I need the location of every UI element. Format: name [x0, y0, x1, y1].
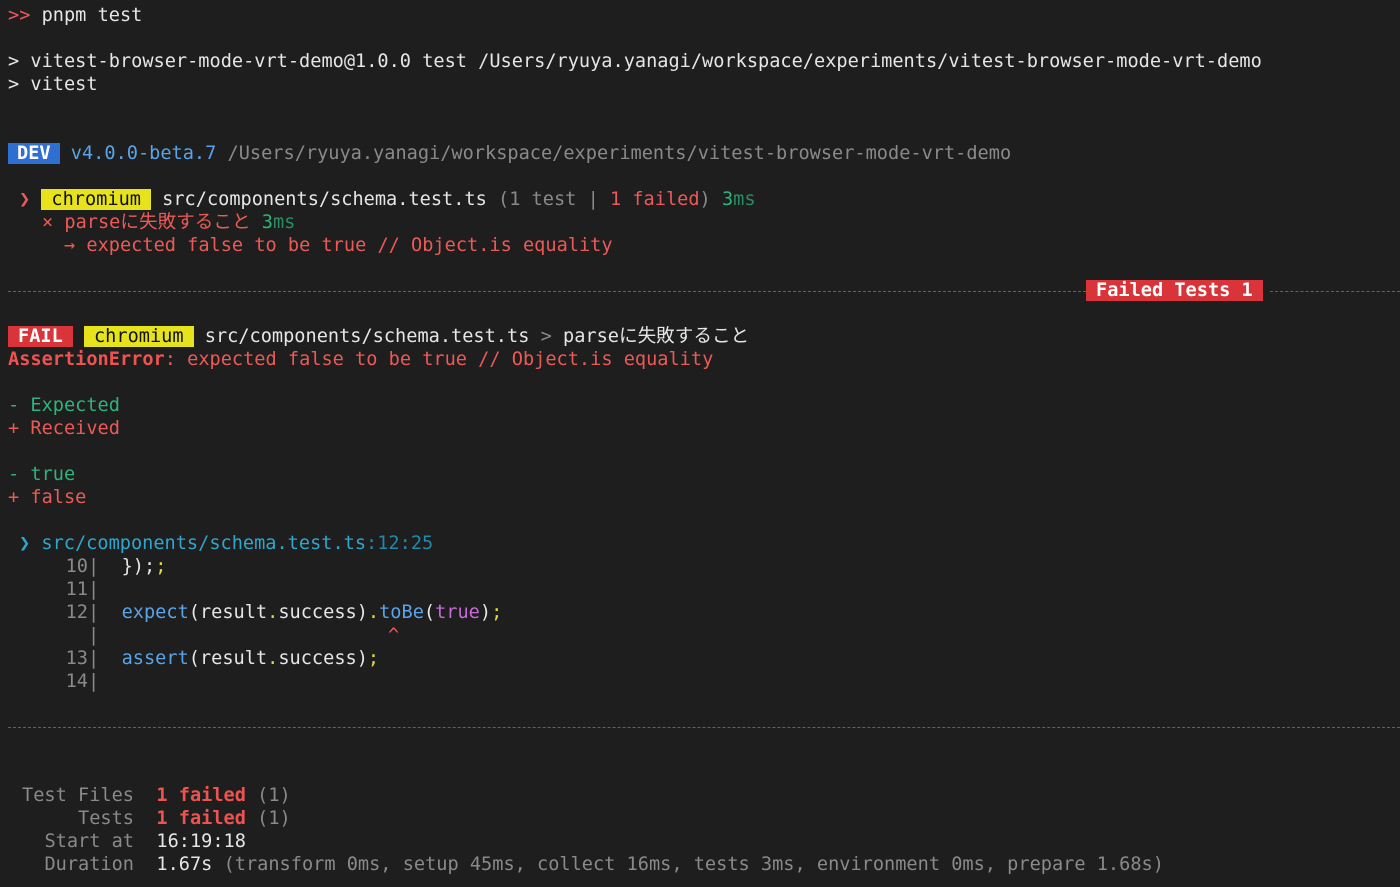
code-text: });	[99, 556, 156, 577]
browser-badge: chromium	[41, 189, 151, 210]
summary-tests: Tests 1 failed (1)	[8, 807, 291, 830]
suite-duration-unit: ms	[733, 189, 756, 210]
vitest-version: v4.0.0-beta.7	[70, 143, 217, 164]
fail-badge: FAIL	[8, 326, 73, 347]
suite-line: ❯ chromium src/components/schema.test.ts…	[19, 188, 756, 211]
code-semicolon: ;	[155, 556, 167, 577]
code-gutter: |	[88, 556, 100, 577]
code-text: assert(result.success);	[121, 648, 380, 669]
assertion-message: : expected false to be true // Object.is…	[164, 349, 714, 370]
fail-file: src/components/schema.test.ts	[204, 326, 530, 347]
code-gutter: |	[88, 579, 100, 600]
location-file: src/components/schema.test.ts	[41, 533, 367, 554]
assertion-type: AssertionError	[8, 349, 165, 370]
code-line-number: 14	[65, 671, 88, 692]
fail-browser-badge: chromium	[83, 326, 194, 347]
dev-badge: DEV	[8, 143, 60, 164]
code-line: 13| assert(result.success);	[8, 647, 380, 670]
code-line: 10| });;	[8, 555, 167, 578]
summary-label: Tests	[78, 808, 134, 829]
code-line: 11|	[8, 578, 100, 601]
suite-count-close: )	[699, 189, 711, 210]
script-info-line-1: > vitest-browser-mode-vrt-demo@1.0.0 tes…	[8, 51, 1262, 72]
code-gutter: |	[88, 625, 100, 646]
prompt-line: >> pnpm test	[8, 4, 142, 27]
suite-failed-count: 1 failed	[609, 189, 700, 210]
code-gutter: |	[88, 602, 100, 623]
summary-files-total: (1)	[257, 785, 291, 806]
prompt-symbol: >>	[8, 5, 31, 26]
test-case-error: → expected false to be true // Object.is…	[64, 234, 613, 257]
code-gutter: |	[88, 648, 100, 669]
location-position: :12:25	[366, 533, 434, 554]
diff-expected-label: - Expected	[8, 395, 120, 416]
summary-start-value: 16:19:18	[156, 831, 246, 852]
fail-x-icon: ×	[42, 212, 54, 233]
code-caret-line: | ^	[8, 624, 399, 647]
failed-tests-separator: Failed Tests 1	[1086, 279, 1263, 302]
suite-duration-value: 3	[721, 189, 734, 210]
suite-file: src/components/schema.test.ts	[162, 189, 487, 210]
summary-label: Start at	[44, 831, 134, 852]
code-line-highlight: 12| expect(result.success).toBe(true);	[8, 601, 503, 624]
caret-marker: ^	[388, 625, 400, 646]
fail-header: FAIL chromium src/components/schema.test…	[8, 325, 749, 348]
arrow-right-icon: →	[64, 235, 76, 256]
test-case-line: × parseに失敗すること 3ms	[42, 211, 295, 234]
code-line-number: 12	[65, 602, 88, 623]
summary-files-failed: 1 failed	[156, 785, 246, 806]
suite-count-open: (1 test |	[498, 189, 610, 210]
bottom-separator	[8, 727, 1400, 728]
failed-tests-badge: Failed Tests 1	[1086, 280, 1263, 301]
separator-left	[8, 291, 1086, 292]
summary-duration-detail: (transform 0ms, setup 45ms, collect 16ms…	[223, 854, 1164, 875]
script-info-line-2: > vitest	[8, 74, 98, 95]
summary-duration: Duration 1.67s (transform 0ms, setup 45m…	[8, 853, 1164, 876]
suite-duration: 3ms	[722, 189, 756, 210]
location-chevron-icon: ❯	[19, 533, 31, 554]
project-path: /Users/ryuya.yanagi/workspace/experiment…	[227, 143, 1012, 164]
summary-test-files: Test Files 1 failed (1)	[8, 784, 291, 807]
diff-received-value: + false	[8, 487, 87, 508]
terminal-window[interactable]: >> pnpm test > vitest-browser-mode-vrt-d…	[0, 0, 1400, 887]
separator-right	[1270, 291, 1400, 292]
test-case-error-message: expected false to be true // Object.is e…	[86, 235, 613, 256]
test-case-duration-value: 3	[261, 212, 273, 233]
dev-line: DEV v4.0.0-beta.7 /Users/ryuya.yanagi/wo…	[8, 142, 1011, 165]
code-gutter: |	[88, 671, 100, 692]
fail-gt: >	[540, 326, 552, 347]
diff-expected-value: - true	[8, 464, 76, 485]
command-text: pnpm test	[41, 5, 143, 26]
chevron-icon: ❯	[19, 189, 31, 210]
code-line: 14|	[8, 670, 100, 693]
code-text: expect(result.success).toBe(true);	[121, 602, 503, 623]
test-case-duration: 3ms	[262, 212, 296, 233]
summary-start: Start at 16:19:18	[8, 830, 246, 853]
diff-received-label: + Received	[8, 418, 120, 439]
code-line-number: 10	[65, 556, 88, 577]
assertion-line: AssertionError: expected false to be tru…	[8, 348, 713, 371]
code-line-number: 11	[65, 579, 88, 600]
summary-label: Duration	[44, 854, 134, 875]
summary-tests-total: (1)	[257, 808, 291, 829]
error-location[interactable]: ❯ src/components/schema.test.ts:12:25	[19, 532, 433, 555]
code-line-number: 13	[65, 648, 88, 669]
test-case-name: parseに失敗すること	[64, 212, 251, 233]
summary-label: Test Files	[22, 785, 134, 806]
test-case-duration-unit: ms	[272, 212, 296, 233]
summary-duration-value: 1.67s	[156, 854, 213, 875]
fail-test-name: parseに失敗すること	[563, 326, 750, 347]
summary-tests-failed: 1 failed	[156, 808, 246, 829]
